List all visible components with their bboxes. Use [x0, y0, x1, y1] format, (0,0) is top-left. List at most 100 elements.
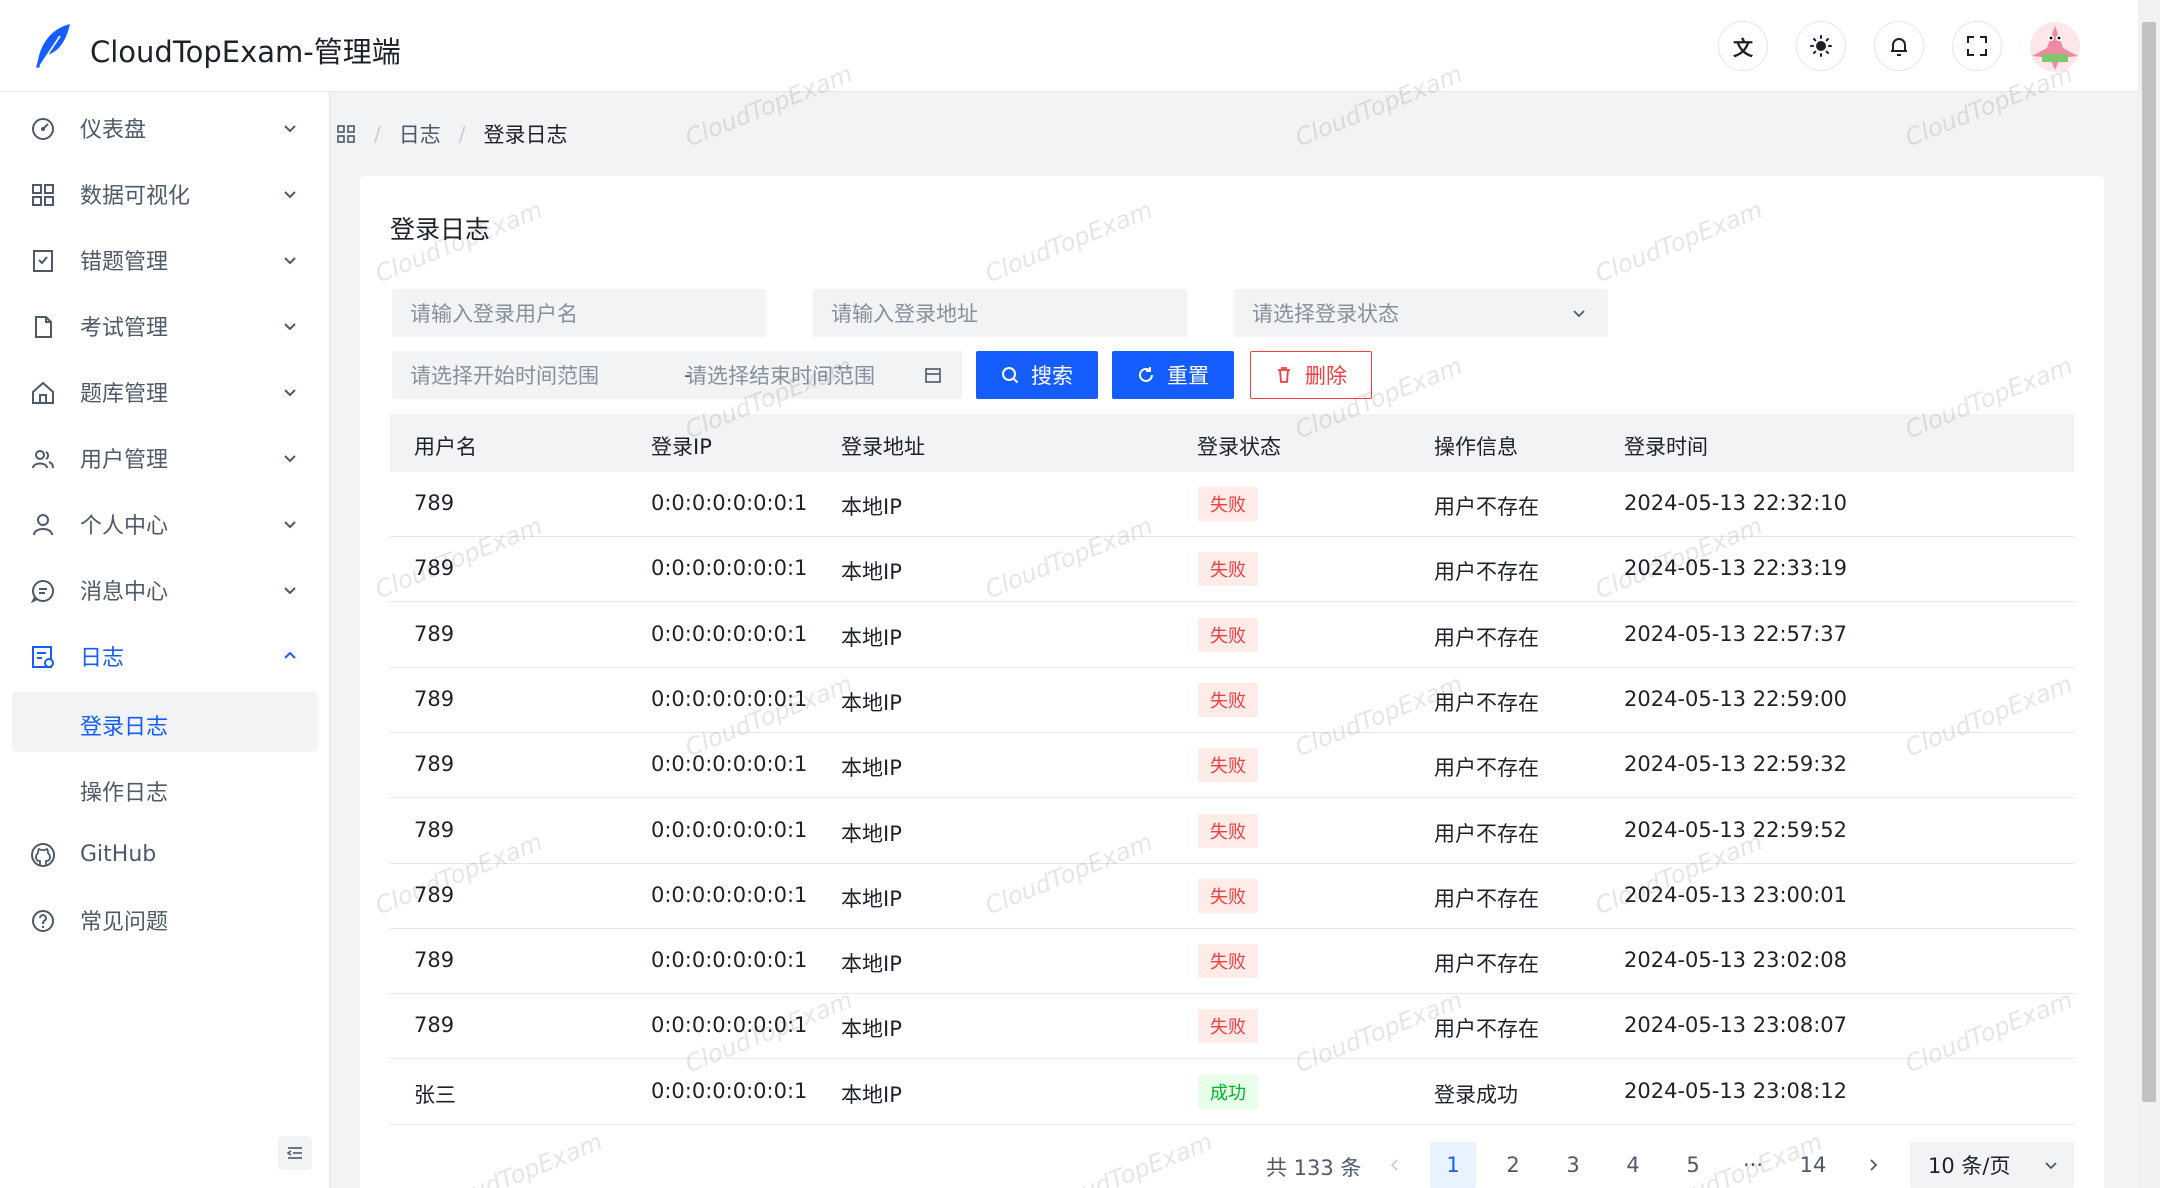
sidebar-item-label: 个人中心 — [80, 514, 169, 539]
cell-time: 2024-05-13 23:02:08 — [1624, 948, 1848, 973]
pagination-prev-button[interactable] — [1372, 1142, 1418, 1188]
pagination-ellipsis[interactable]: ··· — [1730, 1142, 1776, 1188]
table-row: 张三 0:0:0:0:0:0:0:1 本地IP 登录成功 2024-05-13 23:0… — [390, 1060, 2074, 1125]
apps-icon[interactable] — [336, 124, 356, 144]
search-button[interactable]: 搜索 — [976, 351, 1098, 399]
sidebar-item-user-management[interactable]: 用户管理 — [12, 428, 318, 488]
cell-address: 本地IP — [841, 1082, 902, 1107]
delete-button[interactable]: 删除 — [1250, 351, 1372, 399]
sidebar: 仪表盘 数据可视化 错题管理 考试管理 题库管理 用户管理 个人中心 消息中心 — [0, 92, 330, 1188]
sidebar-item-question-bank[interactable]: 题库管理 — [12, 362, 318, 422]
sidebar-item-exam-management[interactable]: 考试管理 — [12, 296, 318, 356]
table-row: 789 0:0:0:0:0:0:0:1 本地IP 用户不存在 2024-05-13 23… — [390, 994, 2074, 1060]
avatar[interactable] — [2030, 22, 2080, 72]
notification-button[interactable] — [1874, 21, 1924, 71]
pagination-page-4[interactable]: 4 — [1610, 1142, 1656, 1188]
cell-username: 789 — [414, 882, 455, 907]
bell-icon — [1891, 38, 1907, 56]
cell-ip: 0:0:0:0:0:0:0:1 — [651, 1013, 808, 1038]
scrollbar-thumb[interactable] — [2142, 22, 2156, 1102]
sidebar-item-github[interactable]: GitHub — [12, 824, 318, 884]
cell-time: 2024-05-13 23:08:07 — [1624, 1013, 1848, 1038]
pagination-next-button[interactable] — [1850, 1142, 1896, 1188]
language-button[interactable]: 文 — [1718, 21, 1768, 71]
cell-ip: 0:0:0:0:0:0:0:1 — [651, 686, 808, 711]
chevron-down-icon — [284, 257, 296, 265]
breadcrumb: / 日志 / 登录日志 — [336, 118, 568, 150]
column-header-info: 操作信息 — [1434, 435, 1518, 459]
pagination-page-1[interactable]: 1 — [1430, 1142, 1476, 1188]
address-input[interactable]: 请输入登录地址 — [813, 289, 1187, 337]
sidebar-item-dashboard[interactable]: 仪表盘 — [12, 98, 318, 158]
sidebar-item-label: 考试管理 — [80, 316, 169, 341]
sidebar-subitem-login-log[interactable]: 登录日志 — [12, 692, 318, 752]
cell-time: 2024-05-13 22:57:37 — [1624, 621, 1848, 646]
table-row: 789 0:0:0:0:0:0:0:1 本地IP 用户不存在 2024-05-13 22… — [390, 799, 2074, 864]
user-icon — [33, 514, 53, 536]
cell-info: 用户不存在 — [1434, 886, 1539, 911]
sidebar-item-log[interactable]: 日志 — [12, 626, 318, 686]
chevron-down-icon — [284, 323, 296, 331]
table-row: 789 0:0:0:0:0:0:0:1 本地IP 用户不存在 2024-05-13 22… — [390, 668, 2074, 733]
sidebar-item-faq[interactable]: 常见问题 — [12, 890, 318, 950]
breadcrumb-separator: / — [374, 122, 381, 146]
chevron-right-icon — [1870, 1159, 1878, 1171]
sidebar-item-personal-center[interactable]: 个人中心 — [12, 494, 318, 554]
pagination-page-5[interactable]: 5 — [1670, 1142, 1716, 1188]
cell-info: 用户不存在 — [1434, 952, 1539, 977]
status-select[interactable]: 请选择登录状态 — [1234, 289, 1608, 337]
chevron-down-icon — [2045, 1162, 2057, 1170]
users-icon — [32, 450, 54, 469]
column-header-time: 登录时间 — [1624, 435, 1708, 459]
cell-info: 用户不存在 — [1434, 690, 1539, 715]
sidebar-item-data-visualization[interactable]: 数据可视化 — [12, 164, 318, 224]
chevron-down-icon — [1573, 310, 1585, 318]
sidebar-collapse-button[interactable] — [278, 1136, 312, 1170]
table-header: 用户名 登录IP 登录地址 登录状态 操作信息 登录时间 — [390, 414, 2074, 472]
fullscreen-button[interactable] — [1952, 21, 2002, 71]
cell-username: 789 — [414, 948, 455, 973]
page-scrollbar[interactable] — [2138, 0, 2160, 1188]
cell-info: 用户不存在 — [1434, 495, 1539, 519]
cell-username: 789 — [414, 686, 455, 711]
breadcrumb-item-log[interactable]: 日志 — [399, 119, 441, 149]
cell-time: 2024-05-13 23:00:01 — [1624, 882, 1848, 907]
cell-address: 本地IP — [841, 821, 902, 846]
cell-address: 本地IP — [841, 886, 902, 911]
cell-username: 789 — [414, 556, 455, 581]
theme-icon — [1810, 35, 1832, 57]
question-icon — [32, 910, 54, 932]
cell-username: 张三 — [414, 1082, 456, 1107]
sidebar-item-label: 日志 — [80, 646, 125, 671]
column-header-ip: 登录IP — [651, 435, 712, 459]
pagination-page-14[interactable]: 14 — [1790, 1142, 1836, 1188]
date-range-picker[interactable]: 请选择开始时间范围 - 请选择结束时间范围 — [392, 351, 962, 399]
app-title: CloudTopExam-管理端 — [90, 35, 401, 69]
sidebar-subitem-operation-log[interactable]: 操作日志 — [12, 758, 318, 818]
cell-username: 789 — [414, 621, 455, 646]
theme-button[interactable] — [1796, 21, 1846, 71]
bookmark-check-icon — [33, 250, 53, 272]
pagination-page-3[interactable]: 3 — [1550, 1142, 1596, 1188]
username-input[interactable]: 请输入登录用户名 — [392, 289, 766, 337]
sidebar-item-label: 数据可视化 — [80, 184, 191, 209]
pagination-page-2[interactable]: 2 — [1490, 1142, 1536, 1188]
chevron-down-icon — [284, 125, 296, 133]
top-header: CloudTopExam-管理端 文 — [0, 0, 2138, 92]
status-badge: 失败 — [1198, 813, 1258, 848]
sidebar-item-message-center[interactable]: 消息中心 — [12, 560, 318, 620]
sidebar-item-wrong-questions[interactable]: 错题管理 — [12, 230, 318, 290]
sidebar-item-label: GitHub — [80, 841, 157, 867]
menu-fold-icon — [286, 1147, 302, 1159]
cell-ip: 0:0:0:0:0:0:0:1 — [651, 882, 808, 907]
status-badge: 失败 — [1198, 552, 1258, 587]
cell-address: 本地IP — [841, 1017, 902, 1042]
reset-button[interactable]: 重置 — [1112, 351, 1234, 399]
delete-button-label: 删除 — [1305, 364, 1347, 388]
sidebar-item-label: 消息中心 — [80, 580, 169, 605]
page-size-select[interactable]: 10 条/页 — [1910, 1142, 2074, 1188]
status-badge: 失败 — [1198, 1009, 1258, 1044]
sidebar-item-label: 题库管理 — [80, 382, 169, 407]
chevron-up-icon — [284, 651, 296, 659]
cell-ip: 0:0:0:0:0:0:0:1 — [651, 556, 808, 581]
